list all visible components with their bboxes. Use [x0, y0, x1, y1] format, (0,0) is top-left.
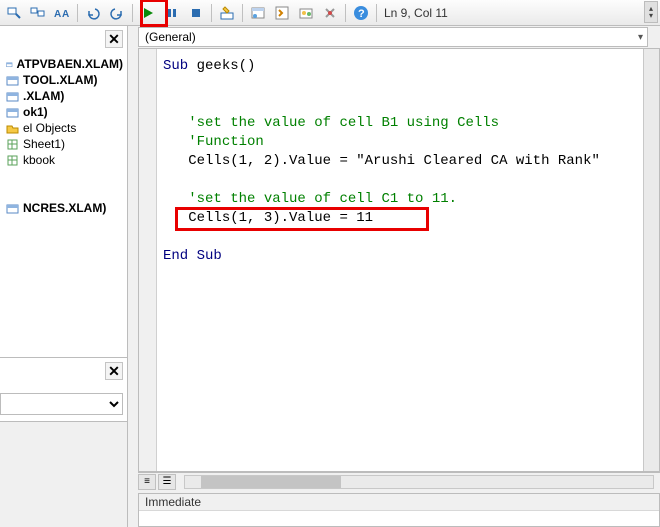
tree-item: NCRES.XLAM): [0, 200, 123, 216]
separator: [132, 4, 133, 22]
code-bottom-bar: ≡ ☰: [138, 472, 660, 490]
svg-text:A: A: [62, 9, 69, 20]
code-header: (General): [128, 26, 660, 48]
tree-item: .XLAM): [0, 88, 123, 104]
find-icon[interactable]: [3, 2, 25, 24]
vertical-scrollbar[interactable]: [643, 49, 659, 471]
separator: [345, 4, 346, 22]
properties-object-select[interactable]: [0, 393, 123, 415]
properties-icon[interactable]: [271, 2, 293, 24]
toolbar: AA ? Ln 9, Col 11 ▴▾: [0, 0, 660, 26]
separator: [242, 4, 243, 22]
project-tree[interactable]: ATPVBAEN.XLAM) TOOL.XLAM) .XLAM) ok1) el…: [0, 26, 127, 220]
svg-text:?: ?: [358, 8, 365, 20]
full-module-view-button[interactable]: ☰: [158, 474, 176, 490]
tree-item: ATPVBAEN.XLAM): [0, 56, 123, 72]
scrollbar-thumb[interactable]: [201, 476, 341, 488]
close-icon[interactable]: ✕: [105, 362, 123, 380]
stop-icon[interactable]: [185, 2, 207, 24]
immediate-title: Immediate: [139, 494, 659, 511]
project-explorer-icon[interactable]: [247, 2, 269, 24]
properties-pane: ✕: [0, 358, 127, 422]
margin-indicator-bar: [139, 49, 157, 471]
code-editor[interactable]: Sub geeks() 'set the value of cell B1 us…: [138, 48, 660, 472]
project-explorer: ✕ ATPVBAEN.XLAM) TOOL.XLAM) .XLAM) ok1) …: [0, 26, 127, 358]
toolbar-overflow[interactable]: ▴▾: [644, 1, 658, 23]
svg-text:A: A: [54, 9, 61, 20]
code-area-column: (General) Sub geeks() 'set the value of …: [128, 26, 660, 527]
close-icon[interactable]: ✕: [105, 30, 123, 48]
break-icon[interactable]: [161, 2, 183, 24]
cursor-position: Ln 9, Col 11: [384, 6, 448, 20]
help-icon[interactable]: ?: [350, 2, 372, 24]
tree-item: TOOL.XLAM): [0, 72, 123, 88]
separator: [77, 4, 78, 22]
tree-item: Sheet1): [0, 136, 123, 152]
horizontal-scrollbar[interactable]: [184, 475, 654, 489]
tree-item: ok1): [0, 104, 123, 120]
object-dropdown[interactable]: (General): [138, 27, 648, 47]
code-text[interactable]: Sub geeks() 'set the value of cell B1 us…: [157, 49, 659, 274]
tree-item: el Objects: [0, 120, 123, 136]
procedure-view-button[interactable]: ≡: [138, 474, 156, 490]
undo-icon[interactable]: [82, 2, 104, 24]
immediate-window[interactable]: Immediate: [138, 493, 660, 527]
tree-item: kbook: [0, 152, 123, 168]
left-filler: [0, 422, 127, 527]
run-icon[interactable]: [137, 2, 159, 24]
find-next-icon[interactable]: [27, 2, 49, 24]
replace-icon[interactable]: AA: [51, 2, 73, 24]
left-column: ✕ ATPVBAEN.XLAM) TOOL.XLAM) .XLAM) ok1) …: [0, 26, 128, 527]
object-browser-icon[interactable]: [295, 2, 317, 24]
redo-icon[interactable]: [106, 2, 128, 24]
separator: [211, 4, 212, 22]
separator: [376, 4, 377, 22]
design-mode-icon[interactable]: [216, 2, 238, 24]
toolbox-icon[interactable]: [319, 2, 341, 24]
